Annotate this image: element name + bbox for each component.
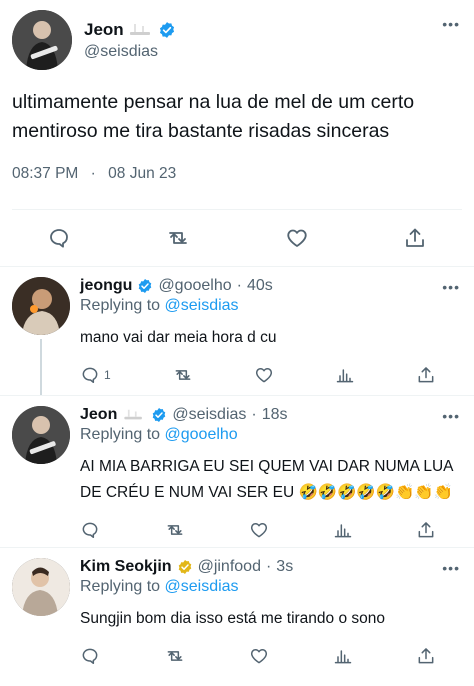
analytics-icon[interactable] (333, 520, 353, 540)
more-options-icon[interactable]: ••• (442, 408, 460, 424)
more-options-icon[interactable]: ••• (442, 560, 460, 576)
reply-header: Jeon @seisdias · 18s (80, 406, 456, 424)
more-options-icon[interactable]: ••• (442, 16, 460, 32)
reply-actions: 1 (80, 351, 456, 399)
replying-to: Replying to @gooelho (80, 426, 456, 444)
reply-author-name[interactable]: Jeon (80, 406, 117, 424)
analytics-icon[interactable] (333, 646, 353, 666)
reply-author-handle[interactable]: @seisdias (172, 406, 246, 424)
reply-icon[interactable] (47, 226, 71, 250)
like-icon[interactable] (254, 365, 274, 385)
replying-to-label: Replying to (80, 426, 161, 443)
like-icon[interactable] (249, 646, 269, 666)
tweet-time[interactable]: 08:37 PM (12, 165, 78, 182)
reply-avatar-column (12, 406, 70, 547)
retweet-icon[interactable] (172, 365, 194, 385)
replying-to: Replying to @seisdias (80, 578, 456, 596)
reply-age[interactable]: 18s (262, 406, 288, 424)
verified-badge-icon (153, 408, 166, 422)
reply-icon[interactable] (80, 646, 100, 666)
main-tweet-header: Jeon @seisdias (12, 10, 462, 70)
reply-text: Sungjin bom dia isso está me tirando o s… (80, 610, 386, 627)
avatar-image (12, 406, 70, 464)
retweet-icon[interactable] (165, 226, 191, 250)
age-separator: · (251, 406, 257, 423)
reply-actions (80, 506, 456, 554)
replying-to-label: Replying to (80, 297, 161, 314)
share-icon[interactable] (416, 646, 436, 666)
avatar[interactable] (12, 558, 70, 616)
reply-age[interactable]: 40s (247, 277, 273, 295)
author-name[interactable]: Jeon (84, 20, 124, 40)
share-icon[interactable] (416, 520, 436, 540)
avatar-image (12, 277, 70, 335)
reply-icon[interactable] (80, 365, 100, 385)
reply-content: Jeon @seisdias · 18s Replying to @gooelh… (70, 406, 462, 547)
main-tweet: Jeon @seisdias ••• ultimamente pensar na… (0, 0, 474, 210)
reply-content: Kim Seokjin @jinfood · 3s Replying to @s… (70, 558, 462, 686)
reply-avatar-column (12, 277, 70, 395)
reply-actions (80, 632, 456, 680)
replying-to: Replying to @seisdias (80, 297, 456, 315)
reply-author-handle[interactable]: @gooelho (158, 277, 231, 295)
analytics-icon[interactable] (335, 365, 355, 385)
main-tweet-actions (0, 210, 474, 267)
author-block: Jeon @seisdias (84, 20, 176, 61)
avatar[interactable] (12, 10, 72, 70)
avatar-image (12, 558, 70, 616)
name-emoji-icon (129, 23, 150, 35)
replying-to-link[interactable]: @seisdias (165, 297, 239, 314)
tweet-timestamp: 08:37 PM · 08 Jun 23 (12, 165, 462, 210)
avatar-image (12, 10, 72, 70)
reply-action[interactable]: 1 (80, 365, 111, 385)
reply-header: jeongu @gooelho · 40s (80, 277, 456, 295)
avatar[interactable] (12, 406, 70, 464)
reply-count: 1 (104, 368, 111, 382)
timestamp-separator: · (90, 165, 96, 182)
replying-to-link[interactable]: @seisdias (165, 578, 239, 595)
tweet-text: ultimamente pensar na lua de mel de um c… (12, 91, 415, 142)
tweet-date[interactable]: 08 Jun 23 (108, 165, 176, 182)
share-icon[interactable] (403, 226, 427, 250)
thread-line (40, 339, 42, 395)
reply-text: mano vai dar meia hora d cu (80, 329, 277, 346)
reply-icon[interactable] (80, 520, 100, 540)
reply-tweet: Kim Seokjin @jinfood · 3s Replying to @s… (0, 548, 474, 686)
replying-to-label: Replying to (80, 578, 161, 595)
reply-header: Kim Seokjin @jinfood · 3s (80, 558, 456, 576)
verified-badge-icon (159, 21, 174, 38)
author-name-row: Jeon (84, 20, 176, 40)
share-icon[interactable] (416, 365, 436, 385)
replying-to-link[interactable]: @gooelho (165, 426, 238, 443)
reply-text: AI MIA BARRIGA EU SEI QUEM VAI DAR NUMA … (80, 458, 453, 501)
verified-badge-icon (139, 279, 152, 293)
reply-age[interactable]: 3s (276, 558, 293, 576)
reply-avatar-column (12, 558, 70, 686)
age-separator: · (265, 558, 272, 575)
verified-badge-icon (178, 560, 191, 574)
like-icon[interactable] (249, 520, 269, 540)
reply-tweet: Jeon @seisdias · 18s Replying to @gooelh… (0, 396, 474, 548)
more-options-icon[interactable]: ••• (442, 279, 460, 295)
name-emoji-icon (124, 409, 143, 420)
reply-author-name[interactable]: jeongu (80, 277, 132, 295)
like-icon[interactable] (285, 226, 309, 250)
reply-content: jeongu @gooelho · 40s Replying to @seisd… (70, 277, 462, 395)
author-handle[interactable]: @seisdias (84, 43, 176, 61)
retweet-icon[interactable] (164, 520, 186, 540)
avatar[interactable] (12, 277, 70, 335)
reply-author-handle[interactable]: @jinfood (198, 558, 261, 576)
reply-tweet: jeongu @gooelho · 40s Replying to @seisd… (0, 267, 474, 396)
age-separator: · (236, 277, 242, 294)
retweet-icon[interactable] (164, 646, 186, 666)
reply-author-name[interactable]: Kim Seokjin (80, 558, 172, 576)
